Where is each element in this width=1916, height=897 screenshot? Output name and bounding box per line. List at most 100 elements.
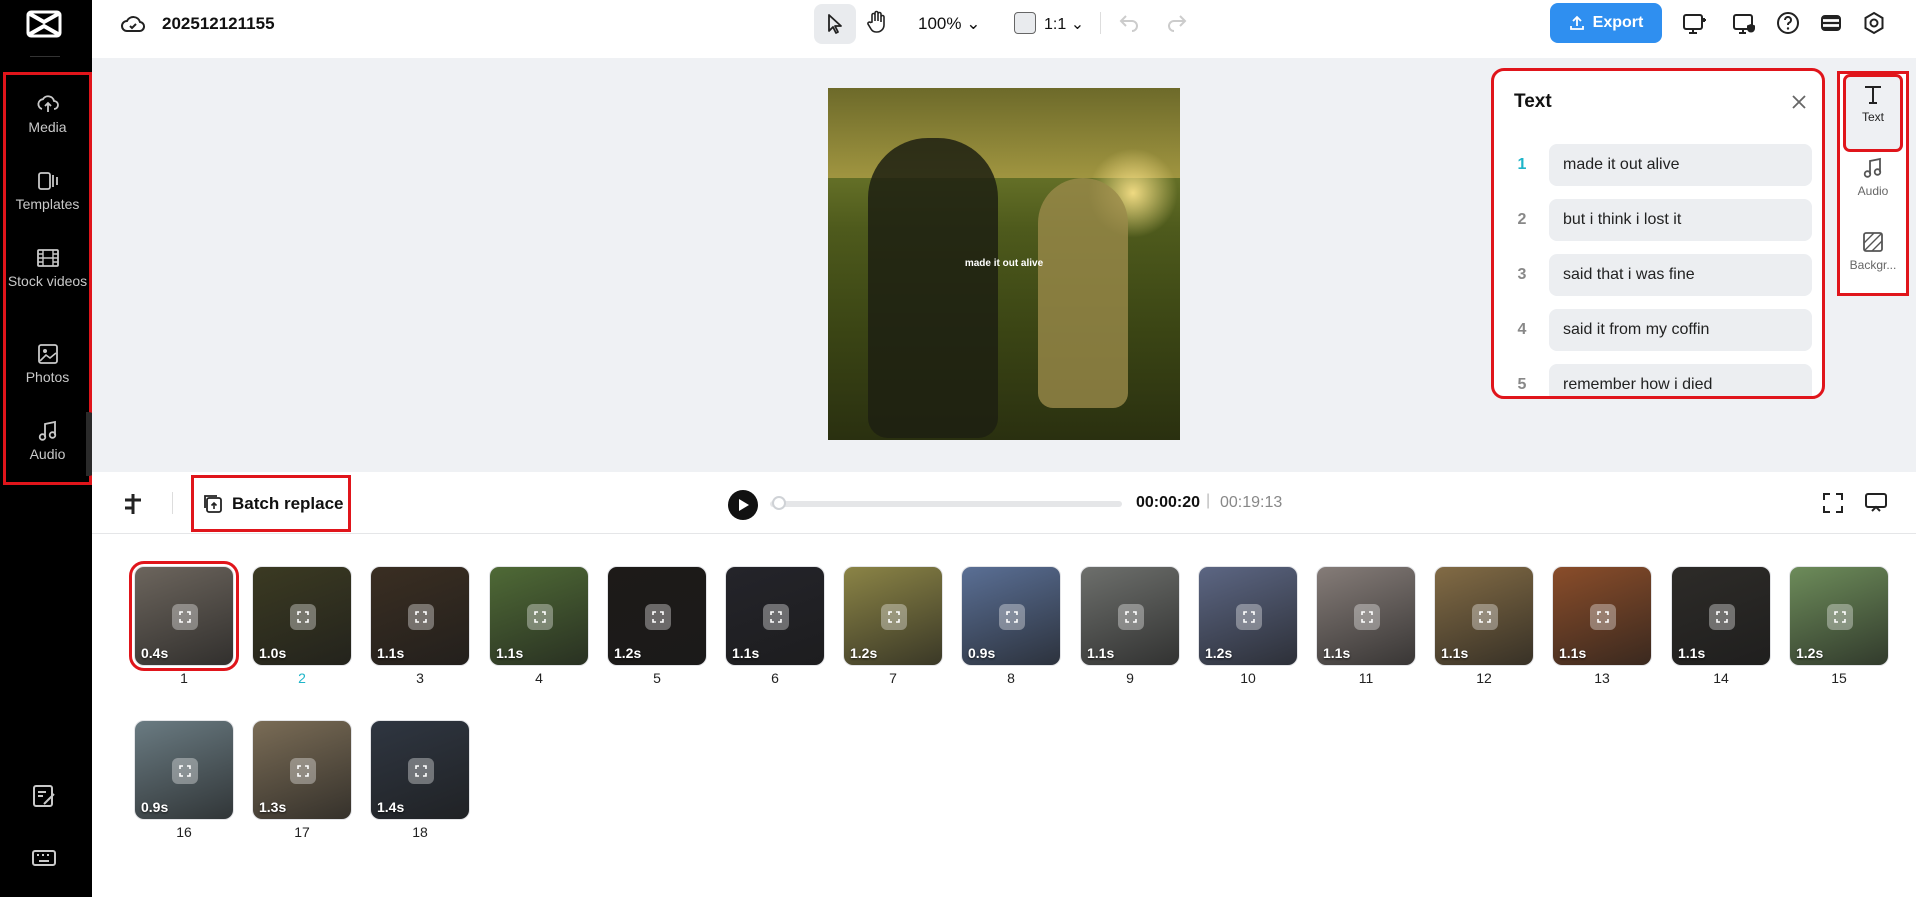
cloud-sync-icon[interactable] <box>120 13 146 35</box>
rail-background[interactable]: Backgr... <box>1840 230 1906 272</box>
text-row-field[interactable]: said that i was fine <box>1549 254 1812 296</box>
text-row: 1 made it out alive <box>1494 144 1822 186</box>
play-button[interactable] <box>728 490 758 520</box>
nav-photos[interactable]: Photos <box>6 343 89 386</box>
clip-thumbnail[interactable]: 1.1s <box>1552 566 1652 666</box>
monitor-shield-icon[interactable] <box>1732 12 1758 36</box>
clip-thumbnail[interactable]: 1.1s <box>1671 566 1771 666</box>
text-row-number: 3 <box>1517 266 1527 283</box>
nav-audio[interactable]: Audio <box>6 420 89 463</box>
current-time: 00:00:20 <box>1136 494 1201 511</box>
player-divider <box>172 492 173 514</box>
replace-clip-icon[interactable] <box>1354 604 1380 630</box>
replace-clip-icon[interactable] <box>763 604 789 630</box>
rail-audio[interactable]: Audio <box>1840 156 1906 198</box>
zoom-value: 100% <box>918 14 962 33</box>
project-title[interactable]: 202512121155 <box>162 14 275 34</box>
clip-thumbnail[interactable]: 1.1s <box>725 566 825 666</box>
replace-clip-icon[interactable] <box>408 758 434 784</box>
replace-clip-icon[interactable] <box>1236 604 1262 630</box>
clip-thumbnail[interactable]: 1.4s <box>370 720 470 820</box>
clip-number: 14 <box>1713 670 1729 686</box>
clip-thumbnail[interactable]: 1.1s <box>1080 566 1180 666</box>
rail-text[interactable]: Text <box>1840 82 1906 124</box>
hand-tool-icon[interactable] <box>866 10 888 34</box>
replace-clip-icon[interactable] <box>1827 604 1853 630</box>
clip-thumbnail[interactable]: 1.2s <box>607 566 707 666</box>
cloud-upload-icon <box>36 95 59 112</box>
help-icon[interactable] <box>1776 11 1800 35</box>
clip-thumbnail[interactable]: 1.1s <box>370 566 470 666</box>
music-note-icon <box>38 420 56 441</box>
present-monitor-icon[interactable] <box>1682 12 1708 36</box>
text-row-field[interactable]: said it from my coffin <box>1549 309 1812 351</box>
clip-thumbnail[interactable]: 1.1s <box>1434 566 1534 666</box>
video-preview[interactable]: made it out alive <box>828 88 1180 440</box>
chevron-down-icon: ⌄ <box>966 14 981 33</box>
replace-clip-icon[interactable] <box>172 758 198 784</box>
progress-track[interactable] <box>770 501 1122 507</box>
replace-clip-icon[interactable] <box>290 758 316 784</box>
clip-thumbnail[interactable]: 0.9s <box>961 566 1061 666</box>
replace-clip-icon[interactable] <box>1709 604 1735 630</box>
clip-thumbnail[interactable]: 1.3s <box>252 720 352 820</box>
preview-settings-icon[interactable] <box>1864 492 1888 514</box>
clip-thumbnail[interactable]: 1.0s <box>252 566 352 666</box>
preview-figure-right <box>1038 178 1128 408</box>
text-panel-title: Text <box>1514 91 1552 112</box>
nav-stock-videos[interactable]: Stock videos <box>6 247 89 290</box>
replace-clip-icon[interactable] <box>172 604 198 630</box>
keyboard-icon[interactable] <box>30 844 58 872</box>
text-row-field[interactable]: made it out alive <box>1549 144 1812 186</box>
select-tool-button[interactable] <box>814 4 856 44</box>
clip-duration: 1.3s <box>259 799 287 815</box>
clip-thumbnail[interactable]: 1.2s <box>1789 566 1889 666</box>
progress-handle[interactable] <box>772 496 786 510</box>
layers-stack-icon[interactable] <box>1819 11 1843 35</box>
replace-clip-icon[interactable] <box>645 604 671 630</box>
replace-clip-icon[interactable] <box>1472 604 1498 630</box>
clip-thumbnail[interactable]: 1.2s <box>843 566 943 666</box>
clip-thumbnail[interactable]: 0.9s <box>134 720 234 820</box>
clip-thumbnail[interactable]: 1.1s <box>1316 566 1416 666</box>
template-logo-icon[interactable] <box>122 492 144 516</box>
aspect-ratio-select[interactable]: 1:1 ⌄ <box>1044 14 1084 34</box>
fullscreen-icon[interactable] <box>1822 492 1844 514</box>
clip-number: 16 <box>176 824 192 840</box>
clip-duration: 1.4s <box>377 799 405 815</box>
clip-thumbnail[interactable]: 0.4s <box>129 561 239 671</box>
replace-clip-icon[interactable] <box>1118 604 1144 630</box>
nav-stock-videos-label: Stock videos <box>7 273 88 289</box>
export-button[interactable]: Export <box>1550 3 1662 43</box>
notes-edit-icon[interactable] <box>30 782 58 810</box>
clip-duration: 1.1s <box>1323 645 1351 661</box>
replace-clip-icon[interactable] <box>527 604 553 630</box>
time-separator: | <box>1206 492 1211 509</box>
capcut-logo-icon[interactable] <box>24 8 64 40</box>
nav-media[interactable]: Media <box>6 93 89 136</box>
text-row-field[interactable]: remember how i died <box>1549 364 1812 396</box>
nav-templates[interactable]: Templates <box>6 170 89 213</box>
preview-caption[interactable]: made it out alive <box>828 258 1180 269</box>
replace-clip-icon[interactable] <box>1590 604 1616 630</box>
clip-number: 2 <box>298 670 306 686</box>
text-row-number: 2 <box>1517 211 1527 228</box>
batch-replace-button[interactable]: Batch replace <box>191 475 351 532</box>
replace-clip-icon[interactable] <box>408 604 434 630</box>
zoom-select[interactable]: 100% ⌄ <box>918 14 980 34</box>
settings-gear-icon[interactable] <box>1862 11 1886 35</box>
clip-thumbnail[interactable]: 1.2s <box>1198 566 1298 666</box>
clip-duration: 1.2s <box>1205 645 1233 661</box>
undo-icon[interactable] <box>1118 12 1140 32</box>
redo-icon[interactable] <box>1166 12 1188 32</box>
clip-duration: 1.2s <box>850 645 878 661</box>
replace-clip-icon[interactable] <box>290 604 316 630</box>
clip-number: 15 <box>1831 670 1847 686</box>
cursor-icon <box>828 14 842 34</box>
clip-thumbnail[interactable]: 1.1s <box>489 566 589 666</box>
clip-number: 7 <box>889 670 897 686</box>
replace-clip-icon[interactable] <box>881 604 907 630</box>
replace-clip-icon[interactable] <box>999 604 1025 630</box>
text-row-field[interactable]: but i think i lost it <box>1549 199 1812 241</box>
close-icon[interactable] <box>1790 93 1808 111</box>
